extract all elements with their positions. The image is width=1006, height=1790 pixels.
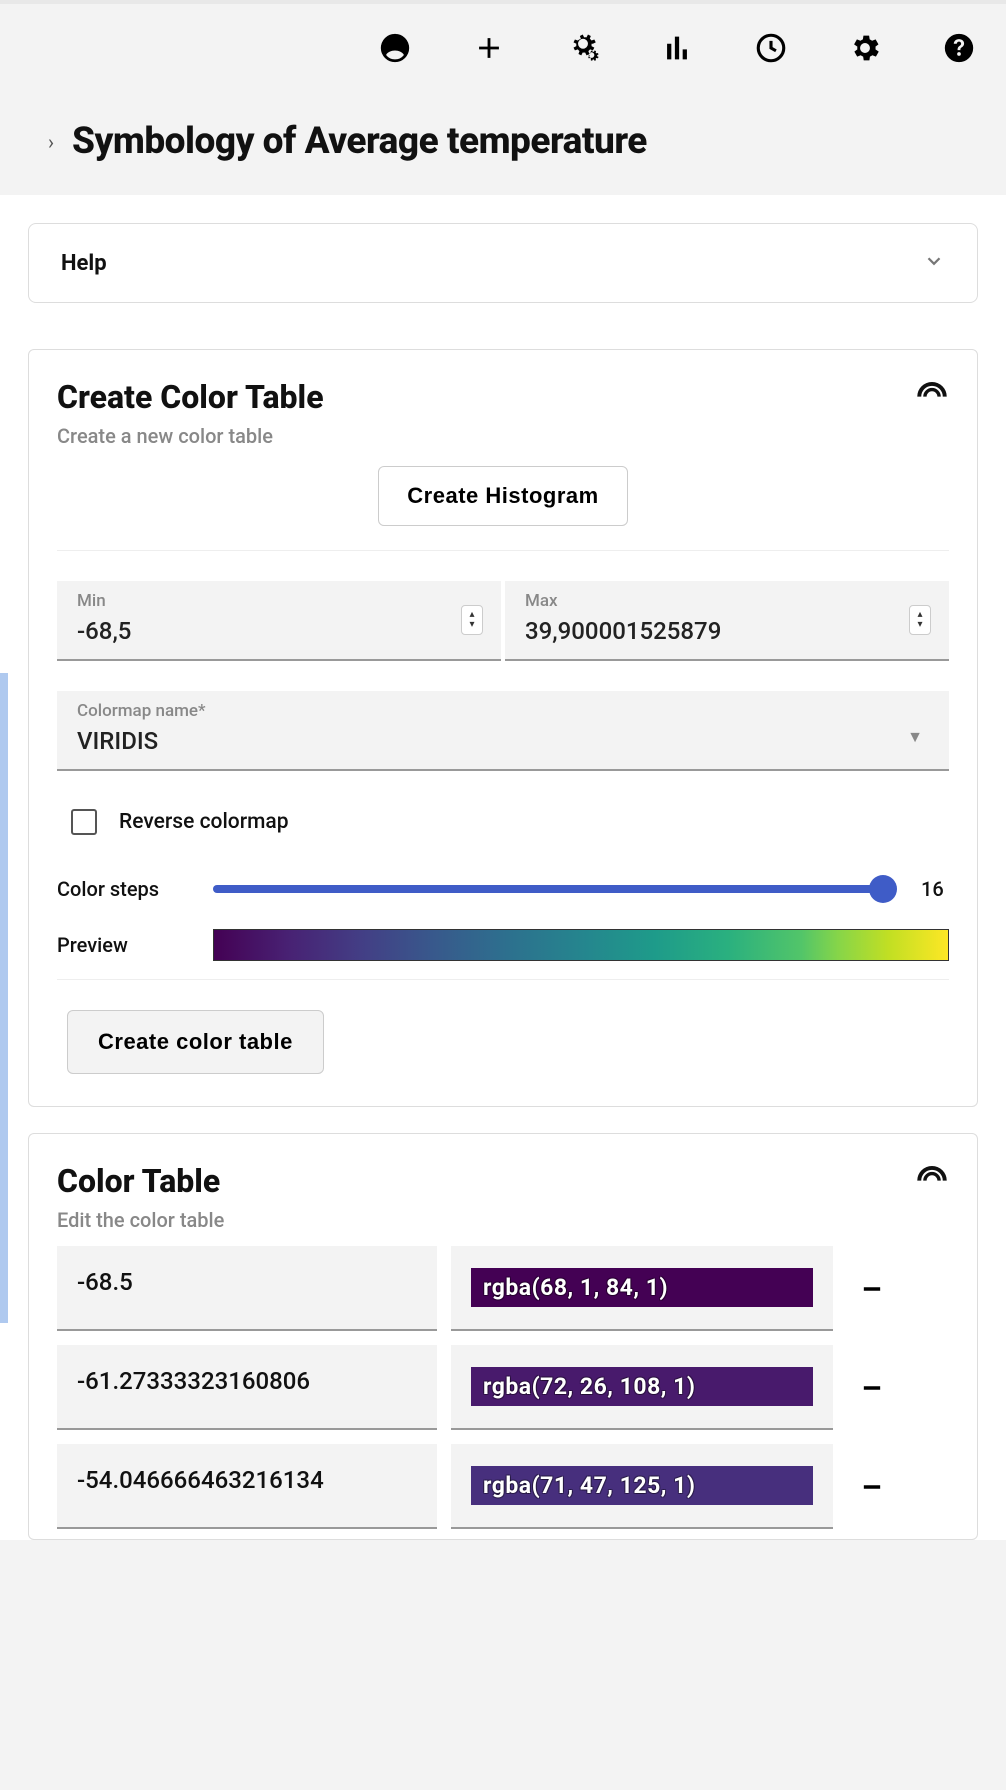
rainbow-icon[interactable] bbox=[915, 374, 949, 408]
color-chip: rgba(72, 26, 108, 1) bbox=[471, 1367, 813, 1406]
page-header: › Symbology of Average temperature bbox=[0, 92, 1006, 195]
row-color-field[interactable]: rgba(71, 47, 125, 1) bbox=[451, 1444, 833, 1529]
help-icon[interactable] bbox=[940, 29, 978, 67]
chevron-down-icon bbox=[923, 250, 945, 276]
row-color-field[interactable]: rgba(72, 26, 108, 1) bbox=[451, 1345, 833, 1430]
settings-icon[interactable] bbox=[846, 29, 884, 67]
create-histogram-button[interactable]: Create Histogram bbox=[378, 466, 627, 526]
row-value-field[interactable]: -68.5 bbox=[57, 1246, 437, 1331]
table-row: -54.046666463216134 rgba(71, 47, 125, 1) bbox=[57, 1444, 949, 1529]
preview-gradient bbox=[213, 929, 949, 961]
max-value: 39,900001525879 bbox=[525, 617, 929, 645]
min-stepper[interactable]: ▴▾ bbox=[461, 605, 483, 635]
color-chip: rgba(68, 1, 84, 1) bbox=[471, 1268, 813, 1307]
toolbar bbox=[0, 4, 1006, 92]
row-color-field[interactable]: rgba(68, 1, 84, 1) bbox=[451, 1246, 833, 1331]
color-chip: rgba(71, 47, 125, 1) bbox=[471, 1466, 813, 1505]
color-table-subtitle: Edit the color table bbox=[57, 1208, 949, 1232]
max-field[interactable]: Max 39,900001525879 ▴▾ bbox=[505, 581, 949, 661]
color-steps-label: Color steps bbox=[57, 877, 187, 901]
create-color-table-button[interactable]: Create color table bbox=[67, 1010, 324, 1074]
page-title: Symbology of Average temperature bbox=[72, 120, 647, 163]
row-value-field[interactable]: -54.046666463216134 bbox=[57, 1444, 437, 1529]
remove-row-button[interactable] bbox=[847, 1246, 897, 1331]
chart-icon[interactable] bbox=[658, 29, 696, 67]
rainbow-icon[interactable] bbox=[915, 1158, 949, 1192]
gears-icon[interactable] bbox=[564, 29, 602, 67]
min-label: Min bbox=[77, 591, 481, 611]
colormap-value: VIRIDIS bbox=[77, 727, 929, 755]
colormap-label: Colormap name* bbox=[77, 701, 929, 721]
slider-thumb[interactable] bbox=[869, 875, 897, 903]
row-value-field[interactable]: -61.27333323160806 bbox=[57, 1345, 437, 1430]
table-row: -68.5 rgba(68, 1, 84, 1) bbox=[57, 1246, 949, 1331]
breadcrumb-chevron-icon[interactable]: › bbox=[48, 130, 54, 154]
max-stepper[interactable]: ▴▾ bbox=[909, 605, 931, 635]
caret-down-icon: ▼ bbox=[907, 727, 923, 747]
min-value: -68,5 bbox=[77, 617, 481, 645]
panel-subtitle: Create a new color table bbox=[57, 424, 949, 448]
remove-row-button[interactable] bbox=[847, 1444, 897, 1529]
account-icon[interactable] bbox=[376, 29, 414, 67]
min-field[interactable]: Min -68,5 ▴▾ bbox=[57, 581, 501, 661]
max-label: Max bbox=[525, 591, 929, 611]
reverse-colormap-label: Reverse colormap bbox=[119, 810, 289, 834]
color-steps-value: 16 bbox=[921, 877, 949, 901]
color-steps-slider[interactable] bbox=[213, 885, 895, 893]
help-label: Help bbox=[61, 251, 107, 276]
remove-row-button[interactable] bbox=[847, 1345, 897, 1430]
table-row: -61.27333323160806 rgba(72, 26, 108, 1) bbox=[57, 1345, 949, 1430]
preview-label: Preview bbox=[57, 933, 187, 957]
color-table-title: Color Table bbox=[57, 1162, 949, 1200]
create-color-table-panel: Create Color Table Create a new color ta… bbox=[28, 349, 978, 1107]
color-table-panel: Color Table Edit the color table -68.5 r… bbox=[28, 1133, 978, 1540]
panel-title: Create Color Table bbox=[57, 378, 949, 416]
colormap-select[interactable]: Colormap name* VIRIDIS ▼ bbox=[57, 691, 949, 771]
history-icon[interactable] bbox=[752, 29, 790, 67]
plus-icon[interactable] bbox=[470, 29, 508, 67]
reverse-colormap-checkbox[interactable] bbox=[71, 809, 97, 835]
help-accordion[interactable]: Help bbox=[28, 223, 978, 303]
